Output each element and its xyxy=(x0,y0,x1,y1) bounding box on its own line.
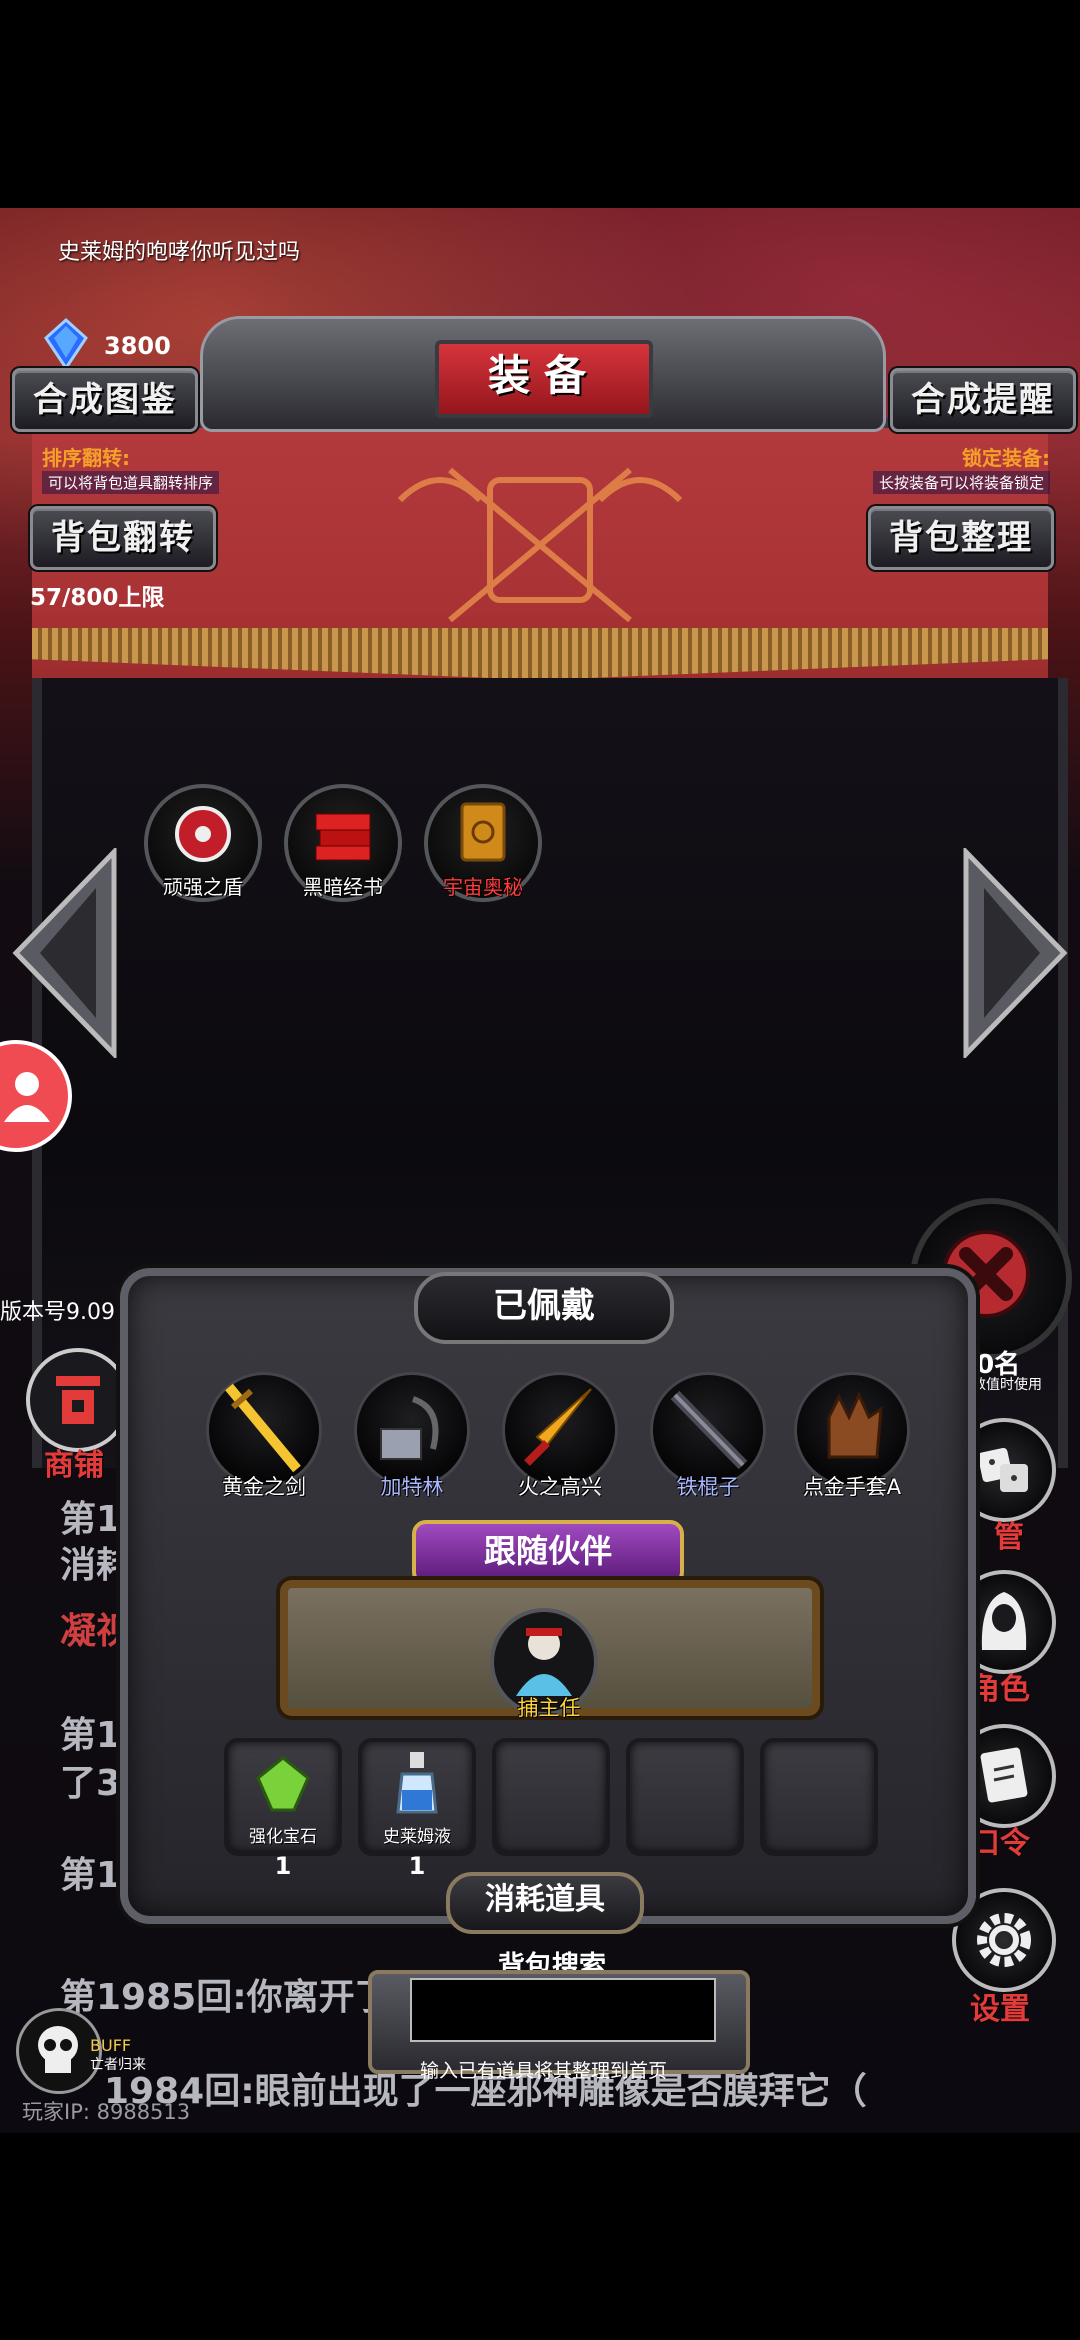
consumable-slot[interactable]: 强化宝石 1 xyxy=(224,1738,342,1880)
consumable-count: 1 xyxy=(274,1852,292,1880)
shield-icon xyxy=(175,806,231,862)
bag-flip-button[interactable]: 背包翻转 xyxy=(30,506,216,570)
settings-label: 设置 xyxy=(970,1992,1030,2027)
consumable-slot-empty[interactable] xyxy=(626,1738,744,1856)
fire-blade-icon xyxy=(524,1388,592,1466)
equipped-slot-iron-rod[interactable]: 铁棍子 xyxy=(650,1372,766,1499)
equipped-slot-golden-glove[interactable]: 点金手套A xyxy=(794,1372,910,1499)
game-screen: 史莱姆的咆哮你听见过吗 3800 装备 合成图鉴 合成提醒 排序翻转: 可以将背… xyxy=(0,208,1080,2133)
gear-icon xyxy=(977,1913,1031,1967)
chat-line: 了3 xyxy=(60,1763,122,1804)
chat-line: 第1 xyxy=(60,1715,122,1756)
gem-icon xyxy=(38,316,94,372)
bag-item-shield[interactable]: 顽强之盾 xyxy=(144,784,262,902)
sort-flip-hint: 排序翻转: 可以将背包道具翻转排序 xyxy=(42,442,220,494)
next-page-arrow[interactable] xyxy=(960,848,1070,1058)
consumable-label: 史莱姆液 xyxy=(383,1827,451,1847)
bag-capacity: 57/800上限 xyxy=(30,585,165,611)
scroll-icon xyxy=(980,1747,1028,1803)
gem-cluster-icon xyxy=(256,1756,310,1812)
buff-label: BUFF xyxy=(90,2036,132,2055)
equipped-slot-fire-blade[interactable]: 火之高兴 xyxy=(502,1372,618,1499)
chat-line: 第1 xyxy=(60,1855,122,1896)
synthesis-reminder-button[interactable]: 合成提醒 xyxy=(890,368,1076,432)
lock-equip-hint-title: 锁定装备: xyxy=(962,446,1050,470)
prev-page-arrow[interactable] xyxy=(10,848,120,1058)
gem-count: 3800 xyxy=(104,332,171,360)
equipped-title: 已佩戴 xyxy=(414,1272,674,1344)
bag-item-label: 宇宙奥秘 xyxy=(443,875,523,899)
bag-item-dark-book[interactable]: 黑暗经书 xyxy=(284,784,402,902)
chat-line: 第1985回:你离开了 xyxy=(60,1977,391,2018)
screen-title: 装备 xyxy=(435,340,653,418)
book-stack-icon xyxy=(315,813,371,861)
equipped-slot-sword[interactable]: 黄金之剑 xyxy=(206,1372,322,1499)
lock-equip-hint-text: 长按装备可以将装备锁定 xyxy=(872,471,1050,494)
partner-slot[interactable]: 捕主任 xyxy=(490,1608,598,1720)
chat-line: 第1 xyxy=(60,1499,122,1540)
synthesis-catalog-button[interactable]: 合成图鉴 xyxy=(12,368,198,432)
player-ip: 玩家IP: 8988513 xyxy=(22,2100,191,2124)
crossed-swords-emblem xyxy=(397,467,683,623)
consumable-count: 1 xyxy=(408,1852,426,1880)
gatling-gun-icon xyxy=(380,1396,439,1460)
sort-flip-hint-title: 排序翻转: xyxy=(42,446,130,470)
potion-bottle-icon xyxy=(396,1752,438,1814)
glove-icon xyxy=(827,1391,883,1459)
shop-button[interactable] xyxy=(26,1348,130,1452)
partner-name: 捕主任 xyxy=(517,1696,581,1720)
partner-title: 跟随伙伴 xyxy=(412,1520,684,1586)
golden-tome-icon xyxy=(460,802,506,862)
consumable-slot[interactable]: 史莱姆液 1 xyxy=(358,1738,476,1880)
version-label: 版本号9.09 xyxy=(0,1300,115,1325)
lock-equip-hint: 锁定装备: 长按装备可以将装备锁定 xyxy=(872,442,1050,494)
skull-icon xyxy=(38,2026,78,2073)
dice-icon xyxy=(977,1447,1028,1492)
sort-flip-hint-text: 可以将背包道具翻转排序 xyxy=(42,471,220,494)
consumable-slot-empty[interactable] xyxy=(760,1738,878,1856)
buff-sub: 亡者归来 xyxy=(90,2057,146,2073)
equipped-label: 点金手套A xyxy=(802,1475,902,1499)
shop-label: 商铺 xyxy=(44,1448,104,1483)
bag-search-input[interactable] xyxy=(410,1978,716,2042)
equipped-slot-gatling[interactable]: 加特林 xyxy=(354,1372,470,1499)
bag-sort-button[interactable]: 背包整理 xyxy=(868,506,1054,570)
hooded-figure-icon xyxy=(981,1592,1027,1650)
bag-item-cosmic-secret[interactable]: 宇宙奥秘 xyxy=(424,784,542,902)
partner-character-icon xyxy=(516,1628,572,1696)
consumable-slot-empty[interactable] xyxy=(492,1738,610,1856)
iron-rod-icon xyxy=(670,1390,748,1470)
shop-icon xyxy=(56,1376,100,1424)
person-icon xyxy=(4,1072,50,1122)
bag-search-hint: 输入已有道具将其整理到首页 xyxy=(420,2060,668,2082)
golden-sword-icon xyxy=(225,1383,301,1473)
top-caption: 史莱姆的咆哮你听见过吗 xyxy=(58,240,301,265)
consumables-title: 消耗道具 xyxy=(446,1872,644,1934)
